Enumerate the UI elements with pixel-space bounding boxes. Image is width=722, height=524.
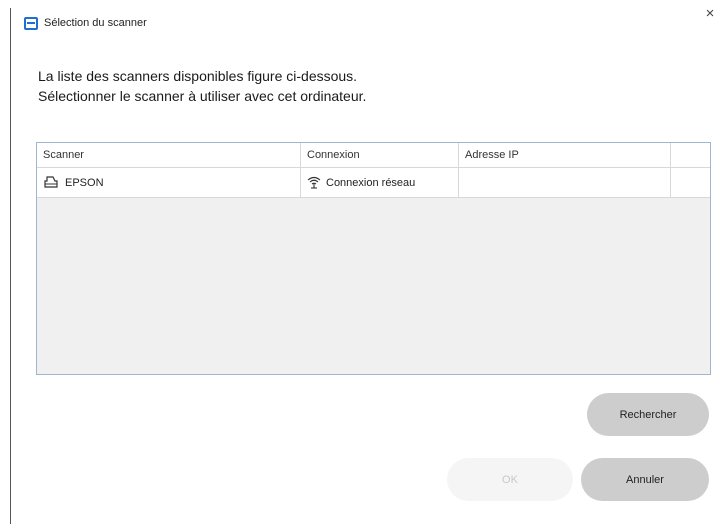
connection-type: Connexion réseau (326, 176, 416, 189)
column-header-scanner[interactable]: Scanner (37, 143, 301, 167)
instructions: La liste des scanners disponibles figure… (38, 66, 366, 106)
ok-button[interactable]: OK (447, 458, 573, 501)
scanner-name: EPSON (65, 176, 104, 189)
window-border (10, 8, 11, 524)
table-row[interactable]: EPSON Connexion réseau (37, 168, 710, 198)
instruction-line-1: La liste des scanners disponibles figure… (38, 68, 358, 84)
table-header: Scanner Connexion Adresse IP (37, 143, 710, 168)
printer-icon (43, 176, 59, 189)
wifi-network-icon (307, 176, 321, 189)
column-header-connection[interactable]: Connexion (301, 143, 459, 167)
search-button[interactable]: Rechercher (587, 393, 709, 436)
title-bar: Sélection du scanner (12, 10, 722, 36)
cell-connection: Connexion réseau (301, 168, 459, 197)
window-title: Sélection du scanner (44, 17, 147, 29)
scanner-selection-dialog: Sélection du scanner × La liste des scan… (0, 0, 722, 524)
cell-filler (671, 168, 710, 197)
close-icon[interactable]: × (700, 4, 720, 24)
cancel-button[interactable]: Annuler (581, 458, 709, 501)
instruction-line-2: Sélectionner le scanner à utiliser avec … (38, 88, 367, 104)
scanner-list-table: Scanner Connexion Adresse IP EPSON Conne… (36, 142, 711, 375)
column-header-filler (671, 143, 710, 167)
cell-scanner: EPSON (37, 168, 301, 197)
scanner-app-icon (24, 16, 38, 30)
column-header-ip[interactable]: Adresse IP (459, 143, 671, 167)
cell-ip (459, 168, 671, 197)
